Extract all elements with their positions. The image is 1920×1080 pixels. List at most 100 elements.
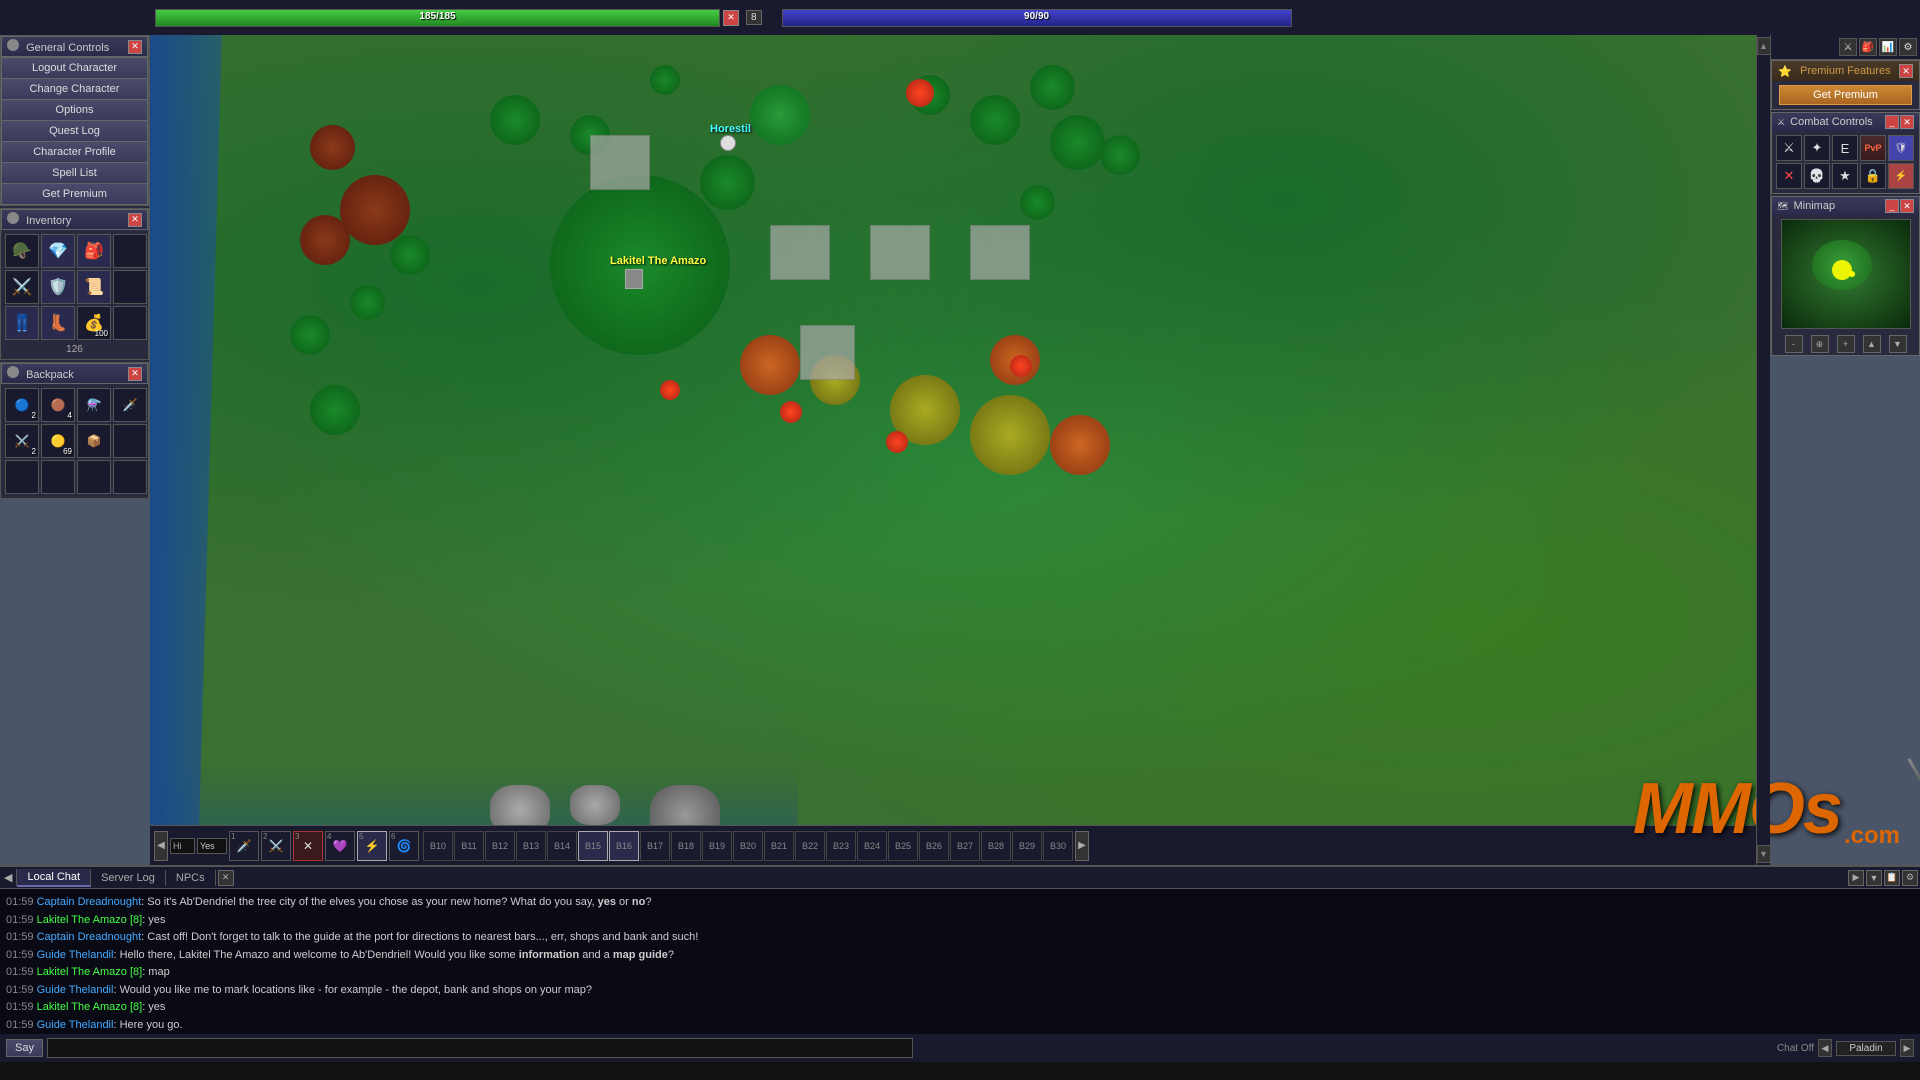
bp-slot-8[interactable] xyxy=(113,424,147,458)
get-premium-left-btn[interactable]: Get Premium xyxy=(1,183,148,205)
head-slot[interactable]: 🪖 xyxy=(5,234,39,268)
combat-collapse[interactable]: _ xyxy=(1885,115,1899,129)
get-premium-btn[interactable]: Get Premium xyxy=(1779,85,1911,105)
b24-slot[interactable]: B24 xyxy=(857,831,887,861)
combat-btn-10[interactable]: ⚡ xyxy=(1888,163,1914,189)
action-bar-left[interactable]: ◀ xyxy=(154,831,168,861)
action-text-yes[interactable]: Yes xyxy=(197,838,227,854)
bp-slot-7[interactable]: 📦 xyxy=(77,424,111,458)
change-character-btn[interactable]: Change Character xyxy=(1,78,148,99)
bp-slot-9[interactable] xyxy=(5,460,39,494)
b14-slot[interactable]: B14 xyxy=(547,831,577,861)
b21-slot[interactable]: B21 xyxy=(764,831,794,861)
combat-btn-skull[interactable]: 💀 xyxy=(1804,163,1830,189)
combat-btn-cross[interactable]: ✕ xyxy=(1776,163,1802,189)
action-slot-6[interactable]: 6 🌀 xyxy=(389,831,419,861)
spell-list-btn[interactable]: Spell List xyxy=(1,162,148,183)
action-text-hi[interactable]: Hi xyxy=(170,838,195,854)
ammo-slot[interactable] xyxy=(113,306,147,340)
weapon-slot[interactable]: ⚔️ xyxy=(5,270,39,304)
top-icon-2[interactable]: 🎒 xyxy=(1859,38,1877,56)
game-map[interactable]: Horestil Lakitel The Amazo xyxy=(150,35,1770,865)
combat-close[interactable]: ✕ xyxy=(1900,115,1914,129)
combat-btn-atk[interactable]: ⚔ xyxy=(1776,135,1802,161)
bp-slot-10[interactable] xyxy=(41,460,75,494)
chat-nav-3[interactable]: 📋 xyxy=(1884,870,1900,886)
b13-slot[interactable]: B13 xyxy=(516,831,546,861)
backpack-close[interactable]: ✕ xyxy=(128,367,142,381)
b19-slot[interactable]: B19 xyxy=(702,831,732,861)
b10-slot[interactable]: B10 xyxy=(423,831,453,861)
action-slot-4[interactable]: 4 💜 xyxy=(325,831,355,861)
boots-slot[interactable]: 👢 xyxy=(41,306,75,340)
minimap-center[interactable]: ⊕ xyxy=(1811,335,1829,353)
b20-slot[interactable]: B20 xyxy=(733,831,763,861)
action-bar-right[interactable]: ▶ xyxy=(1075,831,1089,861)
b12-slot[interactable]: B12 xyxy=(485,831,515,861)
combat-btn-pvp[interactable]: PvP xyxy=(1860,135,1886,161)
extra-slot[interactable] xyxy=(113,270,147,304)
combat-btn-5[interactable]: 🛡 xyxy=(1888,135,1914,161)
channel-next-btn[interactable]: ▶ xyxy=(1900,1039,1914,1057)
action-slot-5[interactable]: 5 ⚡ xyxy=(357,831,387,861)
premium-close[interactable]: ✕ xyxy=(1899,64,1913,78)
b11-slot[interactable]: B11 xyxy=(454,831,484,861)
bp-slot-3[interactable]: ⚗️ xyxy=(77,388,111,422)
logout-btn[interactable]: Logout Character xyxy=(1,57,148,78)
top-icon-3[interactable]: 📊 xyxy=(1879,38,1897,56)
chat-tab-close[interactable]: ✕ xyxy=(218,870,234,886)
b23-slot[interactable]: B23 xyxy=(826,831,856,861)
action-slot-1[interactable]: 1 🗡️ xyxy=(229,831,259,861)
scroll-down[interactable]: ▼ xyxy=(1757,845,1771,863)
b22-slot[interactable]: B22 xyxy=(795,831,825,861)
combat-btn-mag[interactable]: ✦ xyxy=(1804,135,1830,161)
bag-slot[interactable] xyxy=(113,234,147,268)
b27-slot[interactable]: B27 xyxy=(950,831,980,861)
character-profile-btn[interactable]: Character Profile xyxy=(1,141,148,162)
b18-slot[interactable]: B18 xyxy=(671,831,701,861)
minimap-up[interactable]: ▲ xyxy=(1863,335,1881,353)
chat-tab-server[interactable]: Server Log xyxy=(91,870,166,886)
chat-nav-2[interactable]: ▼ xyxy=(1866,870,1882,886)
combat-btn-star[interactable]: ★ xyxy=(1832,163,1858,189)
b30-slot[interactable]: B30 xyxy=(1043,831,1073,861)
hp-bar-close[interactable]: ✕ xyxy=(723,10,739,26)
game-area[interactable]: Horestil Lakitel The Amazo xyxy=(150,35,1770,865)
shield-slot[interactable]: 📜 xyxy=(77,270,111,304)
bp-slot-4[interactable]: 🗡️ xyxy=(113,388,147,422)
minimap-close[interactable]: ✕ xyxy=(1900,199,1914,213)
action-slot-2[interactable]: 2 ⚔️ xyxy=(261,831,291,861)
b15-slot[interactable]: B15 xyxy=(578,831,608,861)
chat-tab-npcs[interactable]: NPCs xyxy=(166,870,216,886)
b29-slot[interactable]: B29 xyxy=(1012,831,1042,861)
quest-log-btn[interactable]: Quest Log xyxy=(1,120,148,141)
bp-slot-11[interactable] xyxy=(77,460,111,494)
b16-slot[interactable]: B16 xyxy=(609,831,639,861)
top-icon-4[interactable]: ⚙ xyxy=(1899,38,1917,56)
chat-tab-local[interactable]: Local Chat xyxy=(17,869,91,887)
combat-btn-e[interactable]: E xyxy=(1832,135,1858,161)
top-icon-1[interactable]: ⚔ xyxy=(1839,38,1857,56)
container-slot[interactable]: 🎒 xyxy=(77,234,111,268)
minimap-zoom-out[interactable]: - xyxy=(1785,335,1803,353)
chat-nav-4[interactable]: ⚙ xyxy=(1902,870,1918,886)
minimap-display[interactable] xyxy=(1781,219,1911,329)
bp-slot-12[interactable] xyxy=(113,460,147,494)
bp-slot-1[interactable]: 🔵2 xyxy=(5,388,39,422)
b17-slot[interactable]: B17 xyxy=(640,831,670,861)
general-controls-close[interactable]: ✕ xyxy=(128,40,142,54)
minimap-down[interactable]: ▼ xyxy=(1889,335,1907,353)
chat-tab-arrow-left[interactable]: ◀ xyxy=(0,869,17,886)
minimap-collapse[interactable]: _ xyxy=(1885,199,1899,213)
minimap-zoom-in[interactable]: + xyxy=(1837,335,1855,353)
legs-slot[interactable]: 👖 xyxy=(5,306,39,340)
b25-slot[interactable]: B25 xyxy=(888,831,918,861)
scroll-up[interactable]: ▲ xyxy=(1757,37,1771,55)
action-slot-3[interactable]: 3 ✕ xyxy=(293,831,323,861)
combat-btn-lock[interactable]: 🔒 xyxy=(1860,163,1886,189)
chat-nav-1[interactable]: ▶ xyxy=(1848,870,1864,886)
bp-slot-6[interactable]: 🟡69 xyxy=(41,424,75,458)
bp-slot-5[interactable]: ⚔️2 xyxy=(5,424,39,458)
amulet-slot[interactable]: 💎 xyxy=(41,234,75,268)
chat-input[interactable] xyxy=(47,1038,913,1058)
